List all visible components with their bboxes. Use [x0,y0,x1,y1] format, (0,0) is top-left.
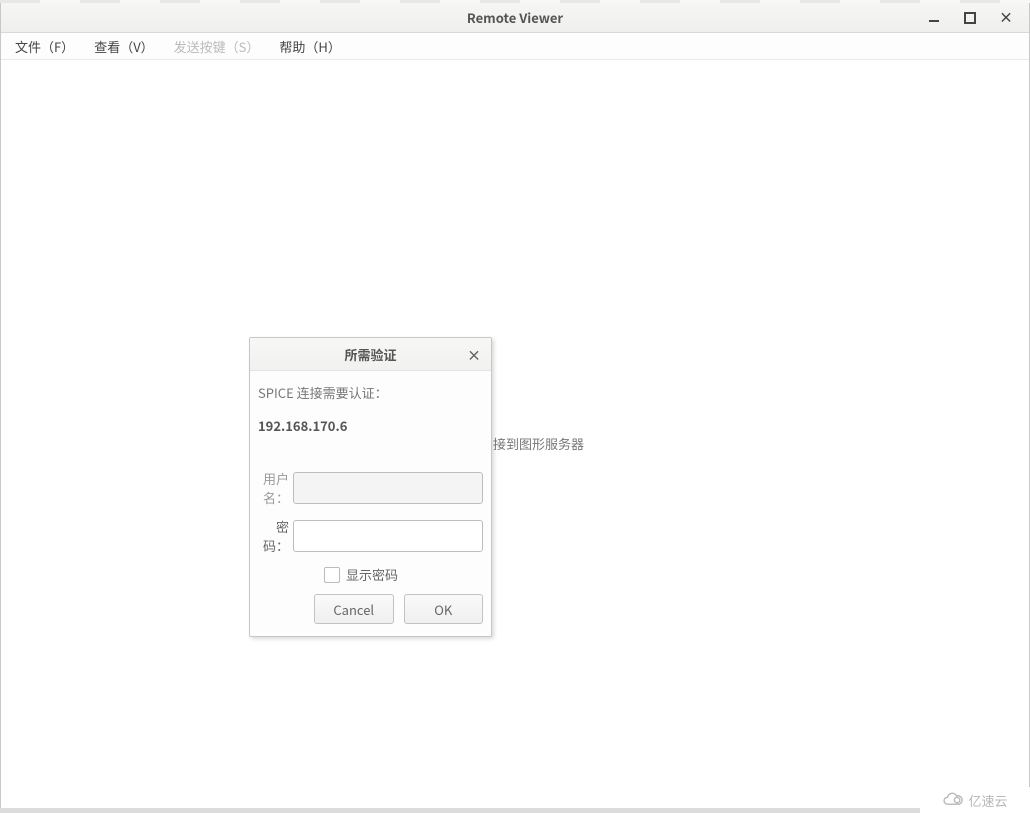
close-icon: × [467,346,481,366]
ok-button[interactable]: OK [404,594,484,624]
minimize-button[interactable] [925,9,943,27]
dialog-title: 所需验证 [344,345,396,364]
show-password-label: 显示密码 [346,565,398,584]
cancel-button-label: Cancel [333,600,374,619]
connecting-text-fragment: 接到图形服务器 [493,434,584,453]
username-label: 用户名： [258,469,293,507]
dialog-buttons: Cancel OK [314,594,483,624]
window-controls: × [925,3,1025,32]
menu-view[interactable]: 查看（V） [84,34,163,59]
cloud-icon [942,792,964,808]
username-row: 用户名： [258,469,483,507]
watermark: 亿速云 [920,787,1030,813]
password-row: 密码： [258,517,483,555]
dialog-titlebar[interactable]: 所需验证 × [250,338,491,371]
maximize-icon [964,12,976,24]
watermark-text: 亿速云 [968,791,1007,810]
close-icon: × [999,11,1013,25]
show-password-row[interactable]: 显示密码 [324,565,483,584]
close-button[interactable]: × [997,9,1015,27]
auth-dialog: 所需验证 × SPICE 连接需要认证： 192.168.170.6 用户名： … [249,337,492,637]
menu-file[interactable]: 文件（F） [5,34,84,59]
username-input [293,472,483,504]
menu-sendkeys: 发送按键（S） [164,34,270,59]
bottom-strip [0,808,1030,813]
ok-button-label: OK [434,600,452,619]
cancel-button[interactable]: Cancel [314,594,394,624]
minimize-icon [929,14,939,22]
menu-help[interactable]: 帮助（H） [269,34,350,59]
show-password-checkbox[interactable] [324,567,340,583]
dialog-message: SPICE 连接需要认证： [258,383,483,402]
window-title: Remote Viewer [467,8,563,27]
password-input[interactable] [293,520,483,552]
viewport: 接到图形服务器 所需验证 × SPICE 连接需要认证： 192.168.170… [1,60,1029,812]
dialog-host: 192.168.170.6 [258,416,483,435]
maximize-button[interactable] [961,9,979,27]
dialog-body: SPICE 连接需要认证： 192.168.170.6 用户名： 密码： 显示密… [250,371,491,636]
password-label: 密码： [258,517,293,555]
dialog-close-button[interactable]: × [467,346,481,366]
menubar: 文件（F） 查看（V） 发送按键（S） 帮助（H） [1,33,1029,60]
titlebar[interactable]: Remote Viewer × [1,3,1029,33]
main-window: Remote Viewer × 文件（F） 查看（V） 发送按键（S） 帮助（H… [0,3,1030,813]
